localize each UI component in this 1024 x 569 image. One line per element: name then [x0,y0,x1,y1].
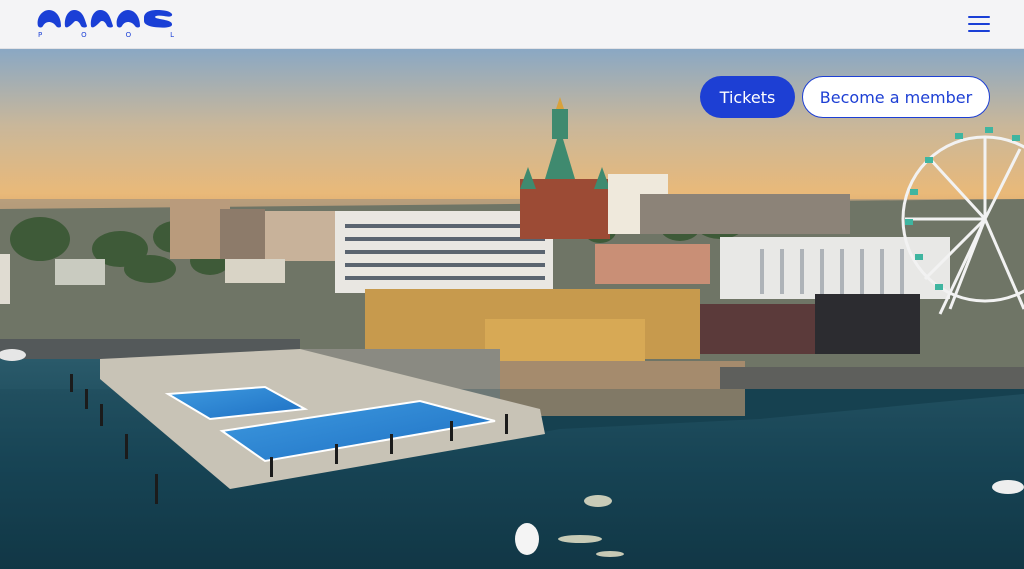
logo-sub-letter: O [125,31,132,39]
hero-image [0,49,1024,569]
tickets-button[interactable]: Tickets [700,76,795,118]
harbour-aerial-photo [0,49,1024,569]
logo-sub-letter: L [170,31,174,39]
logo-sub-letter: P [38,31,43,39]
menu-line [968,23,990,25]
boat [515,523,539,555]
hamburger-menu-icon[interactable] [962,10,996,38]
menu-line [968,30,990,32]
logo-subtitle: P O O L [38,31,174,39]
become-member-button[interactable]: Become a member [802,76,990,118]
menu-line [968,16,990,18]
boat [992,480,1024,494]
top-navbar: P O O L [0,0,1024,49]
logo-sub-letter: O [81,31,87,39]
